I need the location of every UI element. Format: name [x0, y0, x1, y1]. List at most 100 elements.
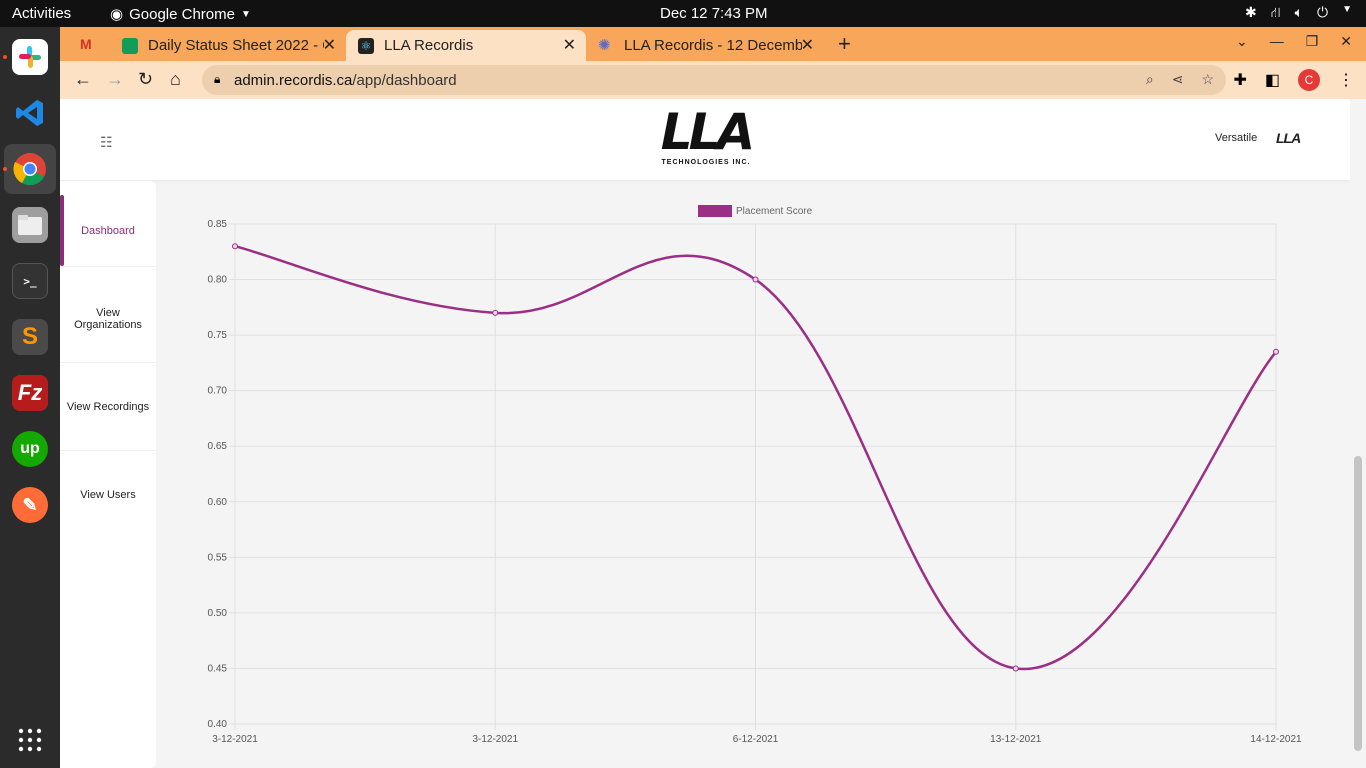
tab-title: LLA Recordis — [384, 37, 474, 54]
terminal-icon[interactable]: >_ — [12, 263, 48, 299]
sidebar-item-label: View Recordings — [66, 400, 150, 413]
app-menu[interactable]: ◉ Google Chrome ▼ — [110, 5, 251, 24]
sidebar-item-view-recordings[interactable]: View Recordings — [60, 363, 156, 451]
upwork-icon[interactable]: up — [12, 431, 48, 467]
restore-icon[interactable]: ❐ — [1306, 33, 1319, 50]
user-avatar-logo[interactable]: LLA — [1276, 130, 1301, 146]
files-icon[interactable] — [12, 207, 48, 243]
lock-icon[interactable]: 🔒︎ — [214, 72, 220, 87]
gear-flower-icon: ✺ — [598, 36, 611, 54]
chevron-down-icon[interactable]: ▼ — [1342, 4, 1352, 23]
extensions-puzzle-icon[interactable]: ✚ — [1233, 70, 1246, 90]
tab-lla-recordis[interactable]: ⚛ LLA Recordis ✕ — [346, 30, 586, 61]
page-content: ☷ LLA TECHNOLOGIES INC. Versatile LLA Da… — [60, 99, 1366, 768]
url-text[interactable]: admin.recordis.ca/app/dashboard — [234, 72, 457, 89]
close-tab-icon[interactable]: ✕ — [801, 35, 814, 55]
data-point — [492, 309, 499, 316]
y-tick-label: 0.45 — [208, 663, 228, 674]
data-point — [752, 276, 759, 283]
address-bar[interactable]: 🔒︎ admin.recordis.ca/app/dashboard ⌕ ⋖ ☆ — [202, 65, 1226, 95]
slack-icon[interactable] — [12, 39, 48, 75]
gmail-pinned-tab[interactable]: M — [80, 36, 92, 52]
clock[interactable]: Dec 12 7:43 PM — [660, 5, 768, 22]
reload-icon[interactable]: ↻ — [138, 69, 153, 90]
system-top-bar: Activities ◉ Google Chrome ▼ Dec 12 7:43… — [0, 0, 1366, 27]
zoom-icon[interactable]: ⌕ — [1146, 71, 1154, 88]
close-tab-icon[interactable]: ✕ — [563, 35, 576, 55]
sidebar-item-label: View Users — [80, 489, 136, 501]
sheets-icon — [122, 37, 138, 54]
bookmark-star-icon[interactable]: ☆ — [1201, 71, 1214, 88]
dock: >_ S Fz up ✎ — [0, 27, 60, 768]
placement-score-chart: 0.85 0.80 0.75 0.70 0.65 0.60 0.55 0.50 0.45 0.40… — [190, 194, 1310, 754]
home-icon[interactable]: ⌂ — [170, 69, 181, 90]
postman-icon[interactable]: ✎ — [12, 487, 48, 523]
side-panel-icon[interactable]: ◧ — [1265, 70, 1280, 90]
system-tray[interactable]: ✱ ⛙ 🔈︎ ⏻ ▼ — [1245, 4, 1352, 23]
company-logo[interactable]: LLA TECHNOLOGIES INC. — [654, 105, 758, 171]
tab-title: Daily Status Sheet 2022 - G — [148, 37, 324, 54]
y-tick-label: 0.50 — [208, 608, 228, 619]
new-tab-button[interactable]: + — [838, 31, 851, 57]
legend-label: Placement Score — [736, 206, 813, 217]
x-tick-label: 13-12-2021 — [990, 734, 1042, 745]
address-bar-actions: ⌕ ⋖ ☆ — [1146, 71, 1214, 88]
scrollbar-thumb[interactable] — [1354, 456, 1362, 751]
forward-arrow-icon[interactable]: → — [106, 69, 124, 90]
back-arrow-icon[interactable]: ← — [74, 69, 92, 90]
tab-lla-recordis-12-december[interactable]: ✺ LLA Recordis - 12 Decemb ✕ — [586, 30, 824, 61]
y-tick-label: 0.60 — [208, 497, 228, 508]
running-indicator — [3, 167, 7, 171]
y-tick-label: 0.70 — [208, 386, 228, 397]
menu-toggle-icon[interactable]: ☷ — [100, 134, 113, 151]
sidebar-item-view-organizations[interactable]: View Organizations — [60, 275, 156, 363]
page-scrollbar[interactable] — [1350, 99, 1366, 768]
activities-button[interactable]: Activities — [12, 5, 71, 22]
power-icon[interactable]: ⏻ — [1317, 4, 1328, 23]
y-tick-label: 0.40 — [208, 719, 228, 730]
x-tick-label: 6-12-2021 — [733, 734, 779, 745]
share-icon[interactable]: ⋖ — [1172, 71, 1184, 88]
app-header: ☷ LLA TECHNOLOGIES INC. Versatile LLA — [60, 99, 1350, 180]
browser-tab-bar: M Daily Status Sheet 2022 - G ✕ ⚛ LLA Re… — [60, 27, 1366, 61]
y-tick-label: 0.75 — [208, 330, 228, 341]
sublime-text-icon[interactable]: S — [12, 319, 48, 355]
data-point — [1012, 665, 1019, 672]
url-path: /app/dashboard — [352, 72, 457, 89]
line-chart: 0.85 0.80 0.75 0.70 0.65 0.60 0.55 0.50 0.45 0.40… — [208, 205, 1302, 745]
x-tick-label: 3-12-2021 — [472, 734, 518, 745]
logo-mark: LLA — [660, 103, 755, 161]
filezilla-icon[interactable]: Fz — [12, 375, 48, 411]
show-apps-grid-icon[interactable] — [12, 722, 48, 758]
sidebar-item-view-users[interactable]: View Users — [60, 451, 156, 539]
sidebar-item-dashboard[interactable]: Dashboard — [60, 195, 156, 267]
app-menu-label: Google Chrome — [129, 5, 235, 23]
slack-tray-icon[interactable]: ✱ — [1245, 4, 1257, 23]
chrome-menu-icon[interactable]: ⋮ — [1338, 70, 1354, 90]
window-controls: ⌄ — ❐ ✕ — [1236, 33, 1352, 50]
data-point — [232, 243, 238, 250]
user-name[interactable]: Versatile — [1215, 132, 1257, 144]
logo-subtitle: TECHNOLOGIES INC. — [661, 159, 751, 166]
running-indicator — [3, 55, 7, 59]
tab-search-icon[interactable]: ⌄ — [1236, 33, 1248, 50]
react-icon: ⚛ — [358, 37, 374, 54]
minimize-icon[interactable]: — — [1270, 33, 1284, 50]
volume-icon[interactable]: 🔈︎ — [1295, 4, 1303, 23]
x-tick-label: 3-12-2021 — [212, 734, 258, 745]
close-tab-icon[interactable]: ✕ — [323, 35, 336, 55]
sidebar-item-label: Dashboard — [81, 224, 135, 237]
y-tick-label: 0.80 — [208, 275, 228, 286]
y-tick-label: 0.55 — [208, 552, 228, 563]
browser-toolbar: ← → ↻ ⌂ 🔒︎ admin.recordis.ca/app/dashboa… — [60, 61, 1366, 99]
chevron-down-icon: ▼ — [240, 8, 251, 20]
data-point — [1273, 348, 1279, 355]
network-icon[interactable]: ⛙ — [1271, 4, 1281, 23]
profile-avatar[interactable]: C — [1298, 69, 1320, 91]
tab-daily-status-sheet[interactable]: Daily Status Sheet 2022 - G ✕ — [110, 30, 346, 61]
vscode-icon[interactable] — [12, 95, 48, 131]
chrome-icon[interactable] — [12, 151, 48, 187]
y-tick-label: 0.65 — [208, 441, 228, 452]
close-window-icon[interactable]: ✕ — [1340, 33, 1352, 50]
y-tick-label: 0.85 — [208, 219, 228, 230]
